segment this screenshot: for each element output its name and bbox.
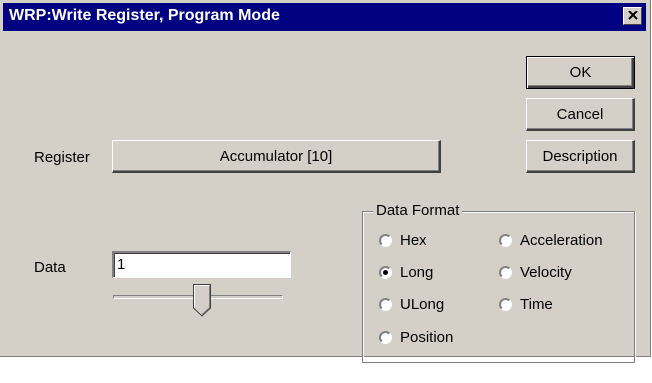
close-icon bbox=[628, 11, 638, 20]
radio-position[interactable]: Position bbox=[379, 329, 453, 346]
radio-velocity[interactable]: Velocity bbox=[499, 264, 572, 281]
radio-position-label: Position bbox=[400, 329, 454, 346]
write-register-dialog: WRP:Write Register, Program Mode OK Canc… bbox=[0, 0, 651, 363]
data-format-title: Data Format bbox=[373, 202, 463, 219]
radio-time[interactable]: Time bbox=[499, 296, 553, 313]
radio-hex[interactable]: Hex bbox=[379, 232, 427, 249]
window-title: WRP:Write Register, Program Mode bbox=[9, 7, 280, 24]
radio-acceleration-label: Acceleration bbox=[520, 232, 603, 249]
register-label: Register bbox=[34, 149, 90, 166]
radio-button-icon bbox=[499, 266, 512, 279]
radio-hex-label: Hex bbox=[400, 232, 427, 249]
radio-ulong[interactable]: ULong bbox=[379, 296, 444, 313]
radio-button-icon bbox=[499, 298, 512, 311]
data-input[interactable]: 1 bbox=[112, 251, 291, 278]
radio-ulong-label: ULong bbox=[400, 296, 445, 313]
radio-time-label: Time bbox=[520, 296, 553, 313]
data-slider-thumb[interactable] bbox=[193, 284, 212, 317]
radio-button-selected-icon bbox=[379, 266, 392, 279]
radio-acceleration[interactable]: Acceleration bbox=[499, 232, 603, 249]
radio-long[interactable]: Long bbox=[379, 264, 433, 281]
radio-long-label: Long bbox=[400, 264, 434, 281]
description-button[interactable]: Description bbox=[526, 140, 635, 173]
title-bar: WRP:Write Register, Program Mode bbox=[3, 3, 646, 31]
ok-button[interactable]: OK bbox=[526, 56, 635, 89]
data-label: Data bbox=[34, 259, 66, 276]
close-button[interactable] bbox=[623, 7, 642, 25]
radio-button-icon bbox=[379, 298, 392, 311]
radio-button-icon bbox=[379, 234, 392, 247]
cancel-button[interactable]: Cancel bbox=[526, 98, 635, 131]
radio-velocity-label: Velocity bbox=[520, 264, 572, 281]
radio-button-icon bbox=[499, 234, 512, 247]
radio-button-icon bbox=[379, 331, 392, 344]
register-select-button[interactable]: Accumulator [10] bbox=[112, 140, 441, 173]
